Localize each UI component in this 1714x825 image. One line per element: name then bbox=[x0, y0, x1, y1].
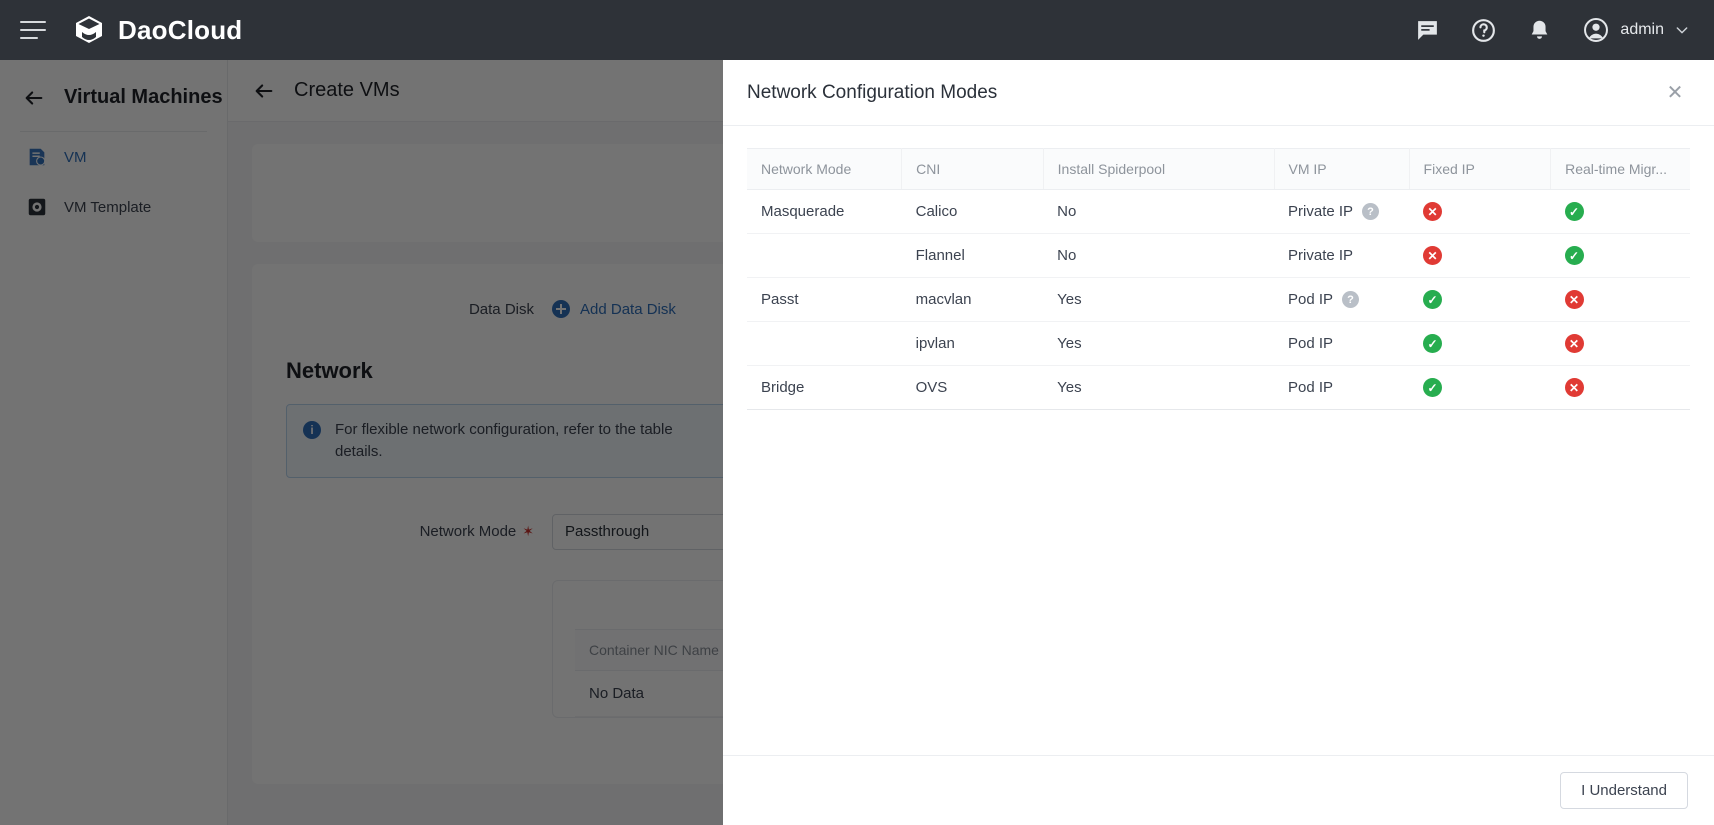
check-circle-icon: ✓ bbox=[1564, 202, 1584, 221]
vm-ip-content: Private IP bbox=[1288, 247, 1395, 264]
check-circle-icon: ✓ bbox=[1564, 246, 1584, 265]
page-scrollbar[interactable] bbox=[1707, 60, 1714, 825]
help-icon[interactable]: ? bbox=[1342, 291, 1360, 308]
vm-ip-value: Pod IP bbox=[1288, 291, 1334, 308]
column-header-fixed-ip: Fixed IP bbox=[1409, 148, 1552, 190]
table-row: Bridge OVS Yes Pod IP ✓ ✕ bbox=[747, 365, 1690, 410]
table-head: Network Mode CNI Install Spiderpool VM I… bbox=[747, 148, 1690, 190]
cell-install-spiderpool: Yes bbox=[1043, 277, 1275, 322]
column-header-cni: CNI bbox=[901, 148, 1044, 190]
cell-network-mode: Bridge bbox=[747, 365, 902, 410]
cell-real-time-migration: ✓ bbox=[1550, 233, 1690, 278]
vm-ip-content: Private IP? bbox=[1288, 203, 1395, 220]
bell-icon[interactable] bbox=[1527, 18, 1552, 43]
user-menu[interactable]: admin bbox=[1582, 16, 1690, 44]
vm-ip-content: Pod IP? bbox=[1288, 291, 1395, 308]
app-root: DaoCloud admin Network Configuration Mod… bbox=[0, 0, 1714, 825]
cell-network-mode bbox=[747, 321, 902, 366]
cross-circle-icon: ✕ bbox=[1423, 246, 1443, 265]
brand-name: DaoCloud bbox=[118, 14, 243, 45]
table-row: Flannel No Private IP ✕ ✓ bbox=[747, 233, 1690, 278]
column-header-real-time-migration: Real-time Migr... bbox=[1550, 148, 1690, 190]
cross-circle-icon: ✕ bbox=[1423, 202, 1443, 221]
network-modes-table: Network Mode CNI Install Spiderpool VM I… bbox=[747, 148, 1690, 410]
cell-real-time-migration: ✕ bbox=[1550, 365, 1690, 410]
cell-real-time-migration: ✕ bbox=[1550, 321, 1690, 366]
column-header-install-spiderpool: Install Spiderpool bbox=[1043, 148, 1275, 190]
dialog-body: Network Mode CNI Install Spiderpool VM I… bbox=[723, 126, 1714, 755]
cell-real-time-migration: ✕ bbox=[1550, 277, 1690, 322]
cell-cni: Flannel bbox=[901, 233, 1044, 278]
vm-ip-value: Pod IP bbox=[1288, 335, 1334, 352]
cross-circle-icon: ✕ bbox=[1564, 334, 1584, 353]
cross-circle-icon: ✕ bbox=[1564, 378, 1584, 397]
cell-fixed-ip: ✕ bbox=[1409, 189, 1551, 234]
cell-install-spiderpool: Yes bbox=[1043, 321, 1275, 366]
cell-network-mode: Passt bbox=[747, 277, 902, 322]
cell-install-spiderpool: Yes bbox=[1043, 365, 1275, 410]
cell-vm-ip: Private IP bbox=[1274, 233, 1410, 278]
cross-circle-icon: ✕ bbox=[1564, 290, 1584, 309]
table-row: Passt macvlan Yes Pod IP? ✓ ✕ bbox=[747, 277, 1690, 322]
cell-install-spiderpool: No bbox=[1043, 189, 1275, 234]
cell-vm-ip: Pod IP bbox=[1274, 321, 1410, 366]
help-icon[interactable] bbox=[1470, 17, 1497, 44]
cell-fixed-ip: ✓ bbox=[1409, 365, 1551, 410]
cell-vm-ip: Pod IP? bbox=[1274, 277, 1410, 322]
table-row: Masquerade Calico No Private IP? ✕ ✓ bbox=[747, 189, 1690, 234]
cell-real-time-migration: ✓ bbox=[1550, 189, 1690, 234]
cell-vm-ip: Private IP? bbox=[1274, 189, 1410, 234]
cell-network-mode: Masquerade bbox=[747, 189, 902, 234]
vm-ip-value: Pod IP bbox=[1288, 379, 1334, 396]
check-circle-icon: ✓ bbox=[1423, 334, 1443, 353]
vm-ip-value: Private IP bbox=[1288, 203, 1354, 220]
top-bar-actions: admin bbox=[1415, 16, 1714, 44]
table-header-row: Network Mode CNI Install Spiderpool VM I… bbox=[747, 148, 1690, 190]
network-configuration-modes-dialog: Network Configuration Modes ✕ Network Mo… bbox=[723, 60, 1714, 825]
cell-cni: macvlan bbox=[901, 277, 1044, 322]
avatar bbox=[1584, 18, 1609, 42]
cell-cni: OVS bbox=[901, 365, 1044, 410]
cell-fixed-ip: ✓ bbox=[1409, 277, 1551, 322]
vm-ip-value: Private IP bbox=[1288, 247, 1354, 264]
table-body: Masquerade Calico No Private IP? ✕ ✓ Flannel No… bbox=[747, 189, 1690, 410]
daocloud-cube-icon bbox=[76, 16, 102, 43]
dialog-title: Network Configuration Modes bbox=[747, 81, 998, 103]
cell-cni: ipvlan bbox=[901, 321, 1044, 366]
check-circle-icon: ✓ bbox=[1423, 290, 1443, 309]
cell-cni: Calico bbox=[901, 189, 1044, 234]
chat-icon[interactable] bbox=[1415, 18, 1440, 43]
i-understand-button[interactable]: I Understand bbox=[1560, 772, 1688, 809]
cell-install-spiderpool: No bbox=[1043, 233, 1275, 278]
top-bar: DaoCloud admin bbox=[0, 0, 1714, 60]
cell-vm-ip: Pod IP bbox=[1274, 365, 1410, 410]
help-icon[interactable]: ? bbox=[1362, 203, 1380, 220]
dialog-footer: I Understand bbox=[723, 755, 1714, 825]
close-icon[interactable]: ✕ bbox=[1662, 80, 1688, 106]
vm-ip-content: Pod IP bbox=[1288, 335, 1395, 352]
user-name: admin bbox=[1620, 21, 1664, 38]
cell-fixed-ip: ✓ bbox=[1409, 321, 1551, 366]
chevron-down-icon bbox=[1676, 27, 1688, 34]
column-header-vm-ip: VM IP bbox=[1274, 148, 1410, 190]
cell-network-mode bbox=[747, 233, 902, 278]
brand-logo[interactable]: DaoCloud bbox=[72, 13, 242, 47]
cell-fixed-ip: ✕ bbox=[1409, 233, 1551, 278]
check-circle-icon: ✓ bbox=[1423, 378, 1443, 397]
table-row: ipvlan Yes Pod IP ✓ ✕ bbox=[747, 321, 1690, 366]
vm-ip-content: Pod IP bbox=[1288, 379, 1395, 396]
hamburger-icon[interactable] bbox=[20, 21, 46, 39]
dialog-header: Network Configuration Modes ✕ bbox=[723, 60, 1714, 126]
column-header-network-mode: Network Mode bbox=[747, 148, 903, 190]
